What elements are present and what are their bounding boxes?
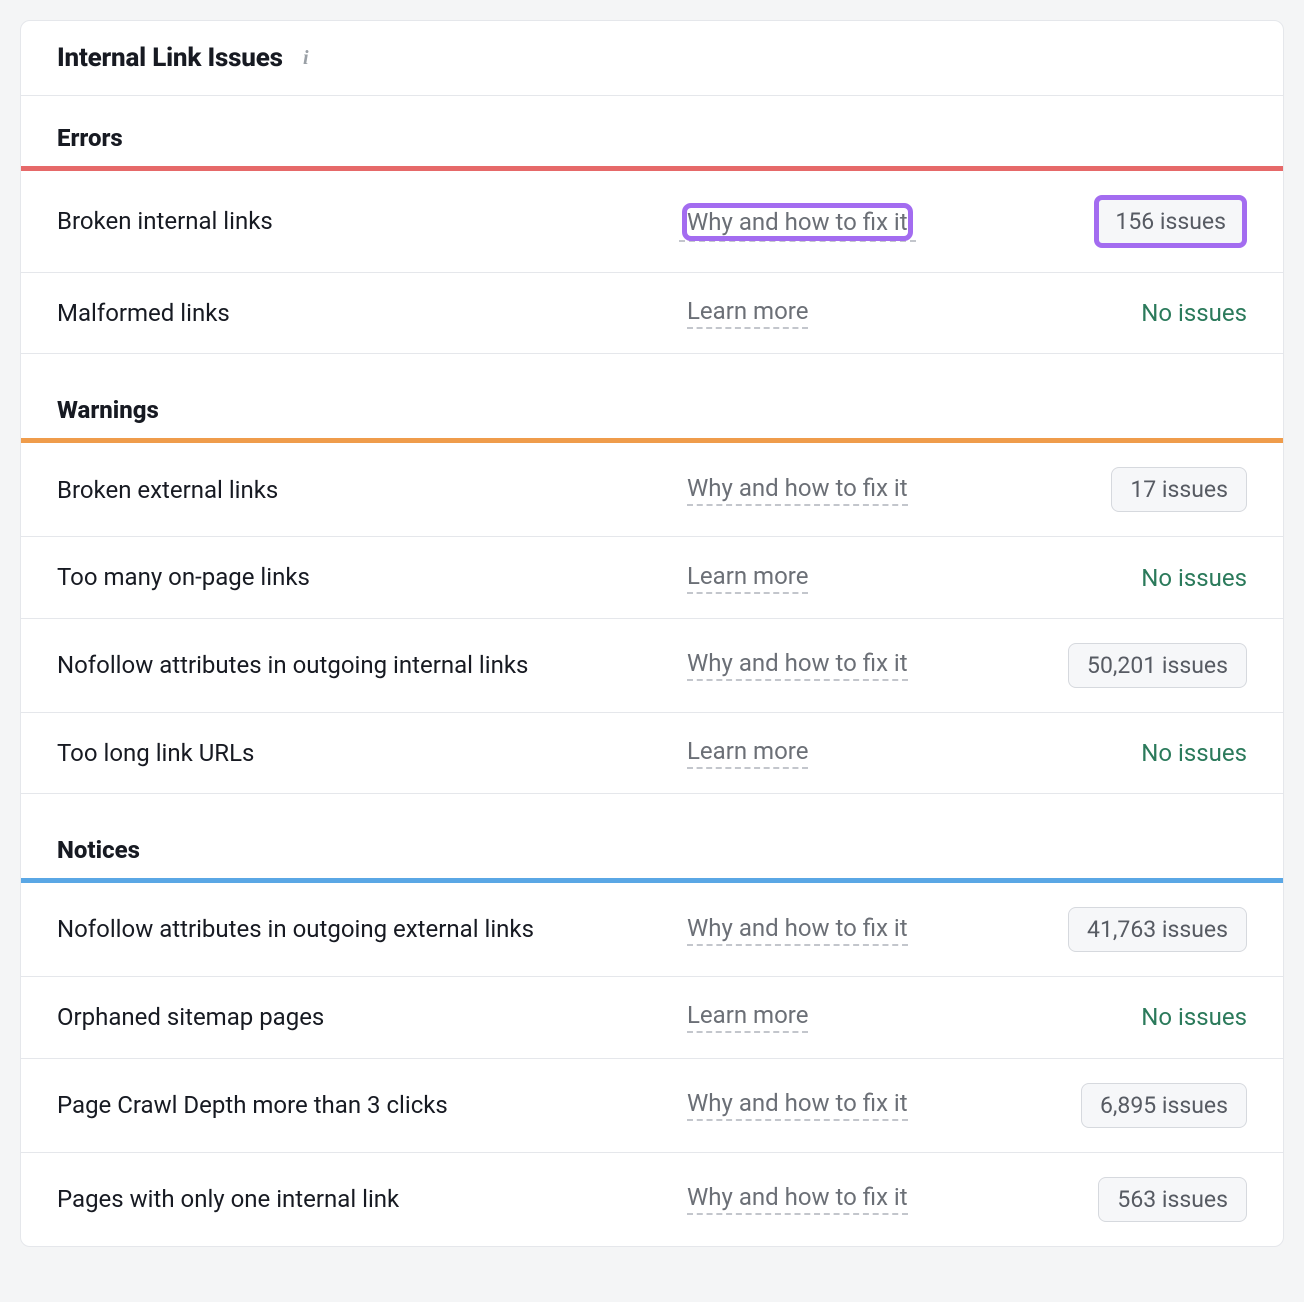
no-issues-label: No issues: [1141, 1003, 1247, 1031]
issue-name: Too many on-page links: [57, 561, 667, 593]
issue-row: Orphaned sitemap pages Learn more No iss…: [21, 977, 1283, 1058]
info-icon[interactable]: i: [295, 47, 317, 69]
highlight-box: Why and how to fix it: [687, 208, 908, 236]
issue-count-button[interactable]: 17 issues: [1111, 467, 1247, 512]
issue-row: Nofollow attributes in outgoing external…: [21, 883, 1283, 977]
issue-hint-link[interactable]: Why and how to fix it: [679, 202, 916, 242]
issue-name: Pages with only one internal link: [57, 1183, 667, 1215]
issue-hint-cell: Why and how to fix it: [687, 1183, 1007, 1215]
issue-hint-link[interactable]: Learn more: [687, 737, 808, 769]
issue-name: Nofollow attributes in outgoing internal…: [57, 649, 667, 681]
issue-name: Orphaned sitemap pages: [57, 1001, 667, 1033]
issue-name: Broken external links: [57, 474, 667, 506]
issue-row: Broken external links Why and how to fix…: [21, 443, 1283, 537]
issue-hint-cell: Why and how to fix it: [687, 208, 1007, 236]
issue-hint-link[interactable]: Why and how to fix it: [687, 649, 908, 681]
issue-hint-cell: Learn more: [687, 737, 1007, 769]
issue-name: Broken internal links: [57, 205, 667, 237]
issue-hint-link[interactable]: Why and how to fix it: [687, 914, 908, 946]
issue-name: Page Crawl Depth more than 3 clicks: [57, 1089, 667, 1121]
issue-hint-link[interactable]: Why and how to fix it: [687, 1089, 908, 1121]
internal-link-issues-card: Internal Link Issues i Errors Broken int…: [20, 20, 1284, 1247]
issue-name: Nofollow attributes in outgoing external…: [57, 913, 667, 945]
no-issues-label: No issues: [1141, 564, 1247, 592]
issue-status-cell: No issues: [1027, 299, 1247, 327]
no-issues-label: No issues: [1141, 299, 1247, 327]
issue-name: Malformed links: [57, 297, 667, 329]
issue-count-button[interactable]: 41,763 issues: [1068, 907, 1247, 952]
issue-hint-cell: Learn more: [687, 562, 1007, 594]
issue-status-cell: No issues: [1027, 739, 1247, 767]
issue-hint-cell: Why and how to fix it: [687, 474, 1007, 506]
issue-row: Broken internal links Why and how to fix…: [21, 171, 1283, 273]
issue-hint-link[interactable]: Why and how to fix it: [687, 1183, 908, 1215]
issue-status-cell: 50,201 issues: [1027, 643, 1247, 688]
issue-row: Malformed links Learn more No issues: [21, 273, 1283, 354]
section-heading-notices: Notices: [21, 794, 1283, 878]
section-heading-errors: Errors: [21, 96, 1283, 166]
issue-status-cell: 6,895 issues: [1027, 1083, 1247, 1128]
issue-row: Page Crawl Depth more than 3 clicks Why …: [21, 1059, 1283, 1153]
issue-count-button[interactable]: 156 issues: [1094, 195, 1247, 248]
issue-hint-cell: Why and how to fix it: [687, 1089, 1007, 1121]
issue-status-cell: No issues: [1027, 1003, 1247, 1031]
issue-hint-link[interactable]: Learn more: [687, 562, 808, 594]
issue-count-button[interactable]: 563 issues: [1098, 1177, 1247, 1222]
issue-status-cell: No issues: [1027, 564, 1247, 592]
issue-status-cell: 17 issues: [1027, 467, 1247, 512]
issue-hint-link[interactable]: Learn more: [687, 297, 808, 329]
card-header: Internal Link Issues i: [21, 21, 1283, 96]
issue-status-cell: 563 issues: [1027, 1177, 1247, 1222]
issue-status-cell: 41,763 issues: [1027, 907, 1247, 952]
issue-count-button[interactable]: 6,895 issues: [1081, 1083, 1247, 1128]
issue-hint-cell: Learn more: [687, 1001, 1007, 1033]
issue-hint-cell: Learn more: [687, 297, 1007, 329]
issue-hint-link[interactable]: Learn more: [687, 1001, 808, 1033]
issue-row: Too long link URLs Learn more No issues: [21, 713, 1283, 794]
section-heading-warnings: Warnings: [21, 354, 1283, 438]
issue-hint-cell: Why and how to fix it: [687, 649, 1007, 681]
issue-row: Pages with only one internal link Why an…: [21, 1153, 1283, 1246]
issue-hint-link[interactable]: Why and how to fix it: [687, 474, 908, 506]
card-title: Internal Link Issues: [57, 43, 283, 73]
issue-count-button[interactable]: 50,201 issues: [1068, 643, 1247, 688]
issue-row: Too many on-page links Learn more No iss…: [21, 537, 1283, 618]
issue-row: Nofollow attributes in outgoing internal…: [21, 619, 1283, 713]
issue-status-cell: 156 issues: [1027, 195, 1247, 248]
no-issues-label: No issues: [1141, 739, 1247, 767]
issue-hint-cell: Why and how to fix it: [687, 914, 1007, 946]
issue-name: Too long link URLs: [57, 737, 667, 769]
